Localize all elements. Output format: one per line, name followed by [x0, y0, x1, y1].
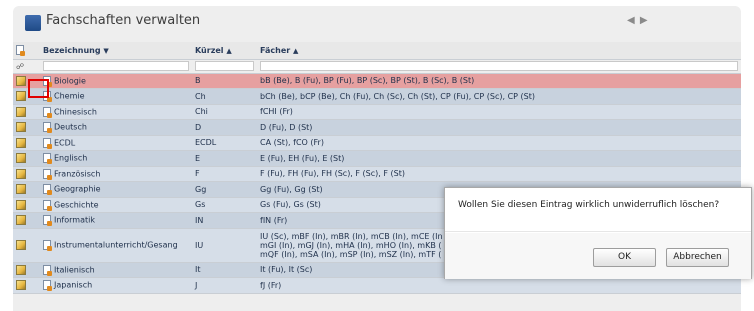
delete-icon[interactable]	[43, 168, 52, 180]
cancel-button[interactable]: Abbrechen	[666, 248, 729, 267]
table-row[interactable]: Französisch F F (Fu), FH (Fu), FH (Sc), …	[13, 166, 741, 182]
filter-bezeichnung[interactable]	[40, 59, 192, 74]
row-name: Informatik	[54, 215, 95, 225]
table-row[interactable]: Chemie Ch bCh (Be), bCP (Be), Ch (Fu), C…	[13, 88, 741, 105]
row-name: Geographie	[54, 184, 101, 194]
delete-highlight-box	[28, 79, 49, 98]
row-name: Japanisch	[54, 280, 93, 290]
edit-icon[interactable]	[16, 215, 26, 226]
row-name: Chemie	[54, 91, 85, 101]
row-kuerzel: Ch	[192, 88, 257, 105]
delete-icon[interactable]	[43, 184, 52, 196]
row-faecher: fCHI (Fr)	[257, 104, 741, 120]
delete-icon[interactable]	[43, 106, 52, 118]
row-kuerzel: Chi	[192, 104, 257, 120]
edit-icon[interactable]	[16, 137, 26, 148]
edit-icon[interactable]	[16, 264, 26, 275]
edit-icon[interactable]	[16, 153, 26, 164]
row-faecher: CA (St), fCO (Fr)	[257, 135, 741, 151]
column-bezeichnung[interactable]: Bezeichnung ▼	[40, 42, 192, 60]
row-name: Instrumentalunterricht/Gesang	[54, 240, 178, 250]
edit-icon[interactable]	[16, 106, 26, 117]
table-row[interactable]: Englisch E E (Fu), EH (Fu), E (St)	[13, 150, 741, 167]
delete-icon[interactable]	[43, 280, 52, 292]
row-kuerzel: IN	[192, 212, 257, 229]
row-kuerzel: D	[192, 119, 257, 136]
ok-button[interactable]: OK	[593, 248, 656, 267]
table-row[interactable]: Chinesisch Chi fCHI (Fr)	[13, 104, 741, 120]
row-kuerzel: IU	[192, 228, 257, 263]
row-faecher: bCh (Be), bCP (Be), Ch (Fu), Ch (Sc), Ch…	[257, 88, 741, 105]
row-kuerzel: J	[192, 277, 257, 294]
delete-icon[interactable]	[43, 137, 52, 149]
delete-icon[interactable]	[43, 122, 52, 134]
row-kuerzel: It	[192, 262, 257, 278]
row-name: Chinesisch	[54, 107, 97, 117]
binoculars-icon[interactable]: ☍	[13, 59, 40, 74]
module-icon	[25, 15, 41, 31]
sort-asc-icon: ▲	[226, 46, 232, 55]
row-kuerzel: E	[192, 150, 257, 167]
sort-asc-icon: ▲	[293, 46, 299, 55]
row-name: Italienisch	[54, 265, 95, 275]
nav-arrows-icon[interactable]: ◀ ▶	[627, 15, 649, 26]
filter-faecher[interactable]	[257, 59, 741, 74]
row-faecher: F (Fu), FH (Fu), FH (Sc), F (Sc), F (St)	[257, 166, 741, 182]
panel-header: Fachschaften verwalten ◀ ▶	[13, 6, 741, 40]
row-faecher: bB (Be), B (Fu), BP (Fu), BP (Sc), BP (S…	[257, 73, 741, 89]
column-faecher[interactable]: Fächer ▲	[257, 42, 741, 60]
sort-desc-icon: ▼	[103, 46, 109, 55]
row-faecher: D (Fu), D (St)	[257, 119, 741, 136]
filter-row: ☍	[13, 59, 741, 74]
edit-icon[interactable]	[16, 184, 26, 195]
row-name: Geschichte	[54, 200, 99, 210]
row-name: Biologie	[54, 76, 86, 86]
edit-icon[interactable]	[16, 122, 26, 133]
confirm-delete-dialog: Wollen Sie diesen Eintrag wirklich unwid…	[444, 187, 752, 279]
edit-icon[interactable]	[16, 91, 26, 102]
dialog-button-bar: OK Abbrechen	[445, 233, 751, 279]
row-name: Deutsch	[54, 122, 87, 132]
edit-icon[interactable]	[16, 75, 26, 86]
add-entry-icon[interactable]	[13, 42, 40, 60]
row-name: ECDL	[54, 138, 76, 148]
panel-title: Fachschaften verwalten	[46, 13, 201, 28]
row-kuerzel: Gs	[192, 197, 257, 213]
delete-icon[interactable]	[43, 199, 52, 211]
table-row[interactable]: Japanisch J fJ (Fr)	[13, 277, 741, 294]
table-row[interactable]: ECDL ECDL CA (St), fCO (Fr)	[13, 135, 741, 151]
filter-kuerzel[interactable]	[192, 59, 257, 74]
delete-icon[interactable]	[43, 153, 52, 165]
row-name: Französisch	[54, 169, 101, 179]
delete-icon[interactable]	[43, 264, 52, 276]
row-kuerzel: F	[192, 166, 257, 182]
table-row[interactable]: Deutsch D D (Fu), D (St)	[13, 119, 741, 136]
edit-icon[interactable]	[16, 240, 26, 250]
delete-icon[interactable]	[43, 240, 52, 251]
row-kuerzel: Gg	[192, 181, 257, 198]
edit-icon[interactable]	[16, 199, 26, 210]
row-faecher: fJ (Fr)	[257, 277, 741, 294]
row-kuerzel: ECDL	[192, 135, 257, 151]
delete-icon[interactable]	[43, 215, 52, 227]
edit-icon[interactable]	[16, 280, 26, 291]
edit-icon[interactable]	[16, 168, 26, 179]
table-row[interactable]: Biologie B bB (Be), B (Fu), BP (Fu), BP …	[13, 73, 741, 89]
row-faecher: E (Fu), EH (Fu), E (St)	[257, 150, 741, 167]
row-name: Englisch	[54, 153, 88, 163]
row-kuerzel: B	[192, 73, 257, 89]
column-header-row: Bezeichnung ▼ Kürzel ▲ Fächer ▲	[13, 42, 741, 60]
column-kuerzel[interactable]: Kürzel ▲	[192, 42, 257, 60]
dialog-message: Wollen Sie diesen Eintrag wirklich unwid…	[445, 188, 751, 232]
